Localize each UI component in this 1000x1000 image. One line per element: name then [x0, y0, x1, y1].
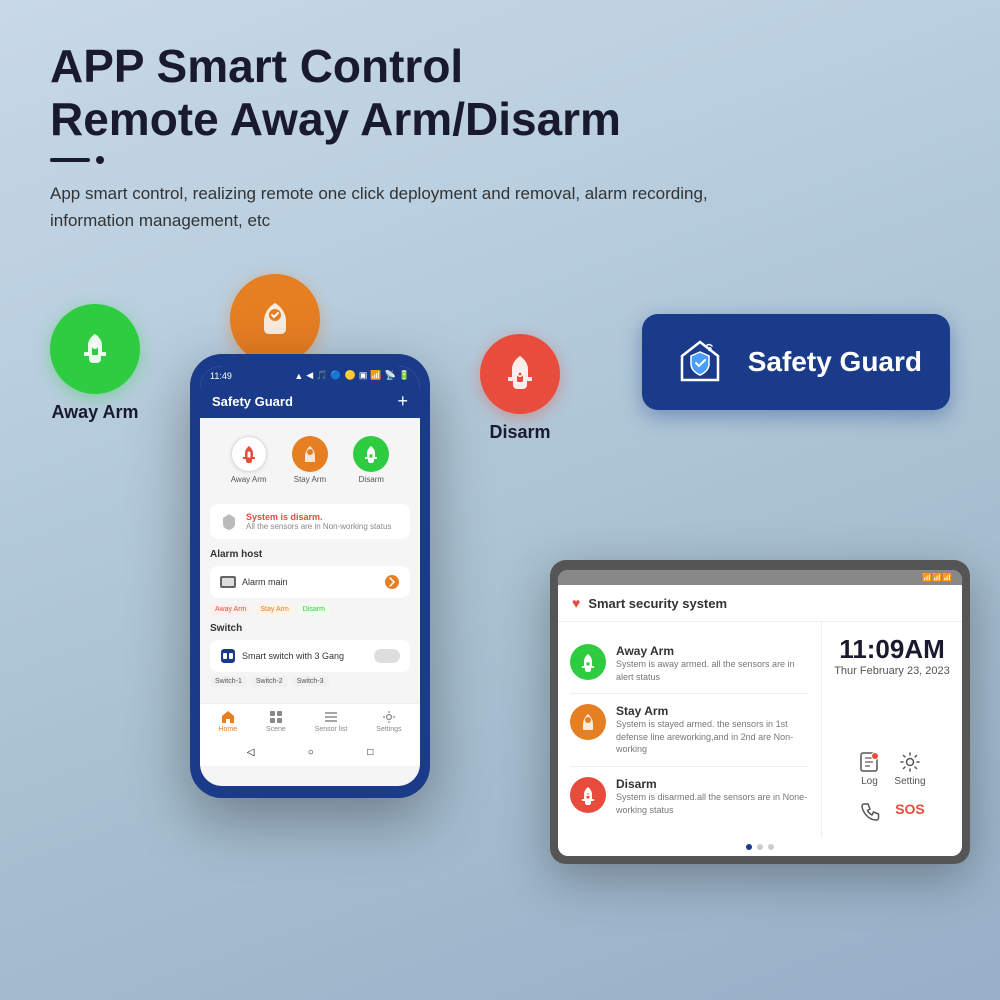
tablet-stay-arm-icon: [570, 704, 606, 740]
tablet-disarm-row[interactable]: Disarm System is disarmed.all the sensor…: [570, 767, 809, 826]
decorator-dot: [96, 156, 104, 164]
safety-guard-button[interactable]: Safety Guard: [642, 314, 950, 410]
phone-gesture-bar: ◁ ○ □: [200, 739, 420, 766]
tablet-disarm-icon: [570, 777, 606, 813]
heart-icon: ♥: [572, 595, 580, 611]
tablet-header: ♥ Smart security system: [558, 585, 962, 622]
phone-screen: 11:49 ▲◀🎵🔵🟡▣ 📶📡🔋 Safety Guard +: [200, 366, 420, 786]
tablet-away-arm-row[interactable]: Away Arm System is away armed. all the s…: [570, 634, 809, 694]
phone-switch-item[interactable]: Smart switch with 3 Gang: [210, 640, 410, 672]
tablet-left-panel: Away Arm System is away armed. all the s…: [558, 622, 822, 838]
phone-nav-settings[interactable]: Settings: [376, 710, 401, 733]
dot-3: [768, 844, 774, 850]
phone-disarm[interactable]: Disarm: [353, 436, 389, 484]
tablet-sos-button[interactable]: SOS: [895, 801, 925, 826]
phone-toggle[interactable]: [374, 649, 400, 663]
phone-switch-section: Switch Smart switch with 3 Gang: [210, 623, 410, 687]
phone-status-bar: 11:49 ▲◀🎵🔵🟡▣ 📶📡🔋: [200, 366, 420, 385]
phone-outer: 11:49 ▲◀🎵🔵🟡▣ 📶📡🔋 Safety Guard +: [190, 354, 430, 798]
stay-arm-icon: [230, 274, 320, 364]
disarm-feature: Disarm: [480, 334, 560, 443]
safety-guard-label: Safety Guard: [748, 346, 922, 378]
phone-sub-icons: Away Arm Stay Arm Disarm: [210, 604, 410, 615]
tablet-mockup: 📶📶📶 ♥ Smart security system: [550, 560, 970, 864]
tablet-stay-arm-row[interactable]: Stay Arm System is stayed armed. the sen…: [570, 694, 809, 767]
dot-1: [746, 844, 752, 850]
phone-add-button[interactable]: +: [397, 391, 408, 412]
tablet-status-bar: 📶📶📶: [558, 570, 962, 585]
main-container: APP Smart Control Remote Away Arm/Disarm…: [0, 0, 1000, 1000]
phone-mockup: 11:49 ▲◀🎵🔵🟡▣ 📶📡🔋 Safety Guard +: [190, 354, 430, 798]
dot-2: [757, 844, 763, 850]
phone-system-status: System is disarm. All the sensors are in…: [210, 504, 410, 539]
tablet-content: Away Arm System is away armed. all the s…: [558, 622, 962, 838]
header-description: App smart control, realizing remote one …: [50, 180, 750, 234]
away-arm-feature: Away Arm: [50, 304, 140, 423]
away-arm-icon: [50, 304, 140, 394]
tablet-away-arm-icon: [570, 644, 606, 680]
decorator: [50, 156, 950, 164]
phone-bottom-nav: Home Scene Sensor list Settings: [200, 703, 420, 739]
phone-alarm-host-title: Alarm host: [210, 549, 410, 560]
phone-icons-row: Away Arm Stay Arm: [210, 428, 410, 492]
away-arm-label: Away Arm: [51, 402, 138, 423]
phone-content: Away Arm Stay Arm: [200, 418, 420, 697]
disarm-label: Disarm: [489, 422, 550, 443]
tablet-time: 11:09AM: [839, 634, 945, 665]
phone-nav-scene[interactable]: Scene: [266, 710, 286, 733]
phone-app-title: Safety Guard: [212, 394, 293, 409]
phone-nav-home[interactable]: Home: [218, 710, 237, 733]
tablet-call-button[interactable]: [859, 801, 881, 826]
tablet-log-button[interactable]: Log: [858, 751, 880, 787]
phone-nav-sensor[interactable]: Sensor list: [315, 710, 348, 733]
safety-guard-icon: [670, 332, 730, 392]
tablet-dots: [558, 838, 962, 856]
disarm-icon: [480, 334, 560, 414]
tablet-settings-button[interactable]: Setting: [894, 751, 925, 787]
phone-app-header: Safety Guard +: [200, 385, 420, 418]
decorator-line: [50, 158, 90, 162]
tablet-date: Thur February 23, 2023: [834, 665, 950, 677]
phone-switch-sub: Switch-1 Switch-2 Switch-3: [210, 676, 410, 687]
page-title: APP Smart Control Remote Away Arm/Disarm: [50, 40, 950, 146]
tablet-right-panel: 11:09AM Thur February 23, 2023: [822, 622, 962, 838]
phone-stay-arm[interactable]: Stay Arm: [292, 436, 328, 484]
features-row: Away Arm Stay Arm 11:49: [50, 274, 950, 594]
phone-alarm-main[interactable]: Alarm main: [210, 566, 410, 598]
phone-away-arm[interactable]: Away Arm: [231, 436, 267, 484]
header: APP Smart Control Remote Away Arm/Disarm…: [50, 40, 950, 234]
